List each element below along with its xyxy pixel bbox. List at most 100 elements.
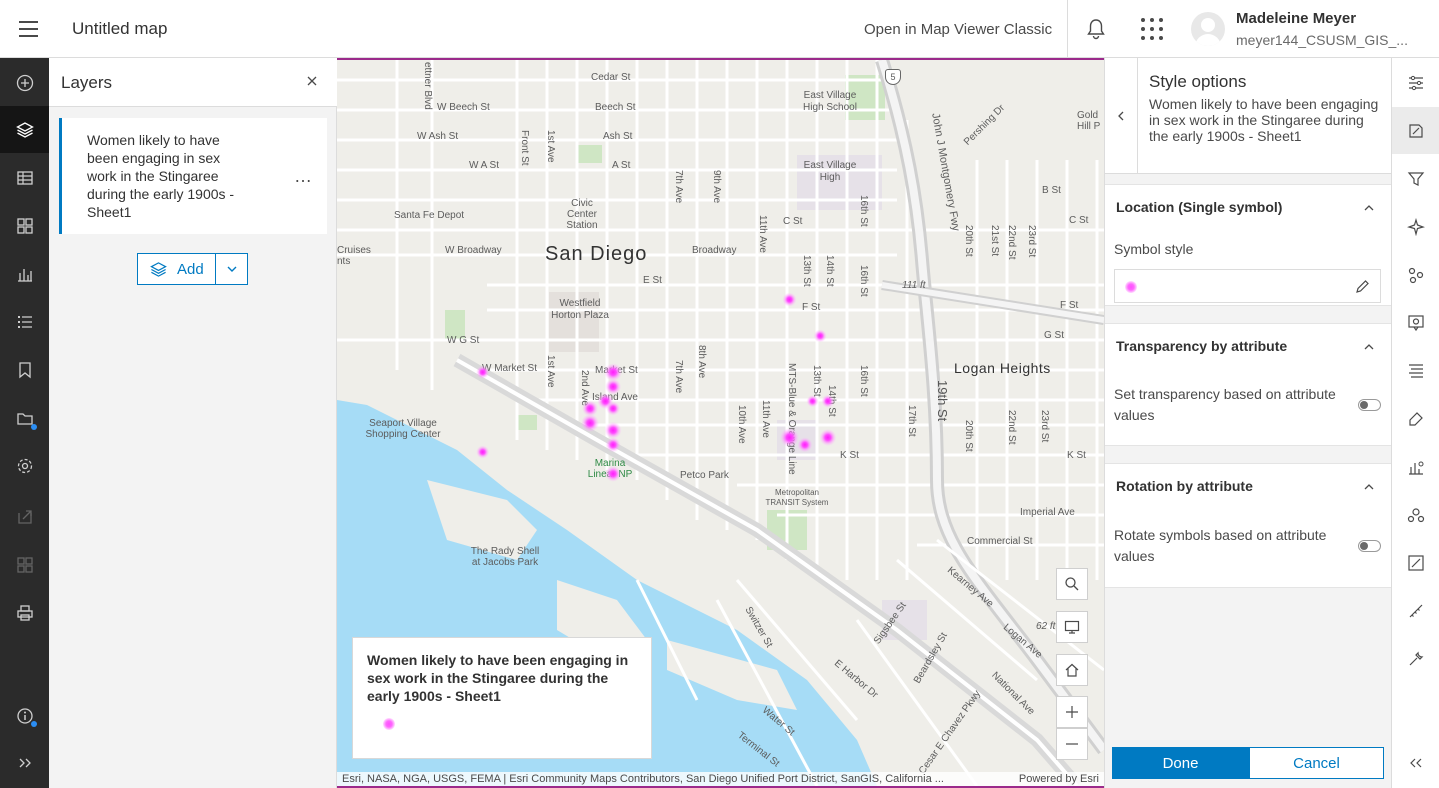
style-options-panel: Style options Women likely to have been …	[1104, 58, 1392, 788]
close-icon[interactable]	[305, 74, 319, 88]
more-options-icon[interactable]: …	[294, 166, 313, 187]
style-panel-subtitle: Women likely to have been engaging in se…	[1149, 96, 1379, 144]
hamburger-menu-icon[interactable]	[10, 12, 46, 46]
feature-point[interactable]	[806, 395, 819, 408]
location-section: Location (Single symbol) Symbol style	[1105, 184, 1392, 306]
app-header: Untitled map Open in Map Viewer Classic …	[0, 0, 1439, 58]
tools-icon[interactable]	[1392, 635, 1439, 682]
feature-point[interactable]	[605, 378, 622, 395]
legend-icon[interactable]	[0, 298, 49, 345]
map-search-button[interactable]	[1056, 568, 1088, 600]
zoom-out-button[interactable]	[1056, 728, 1088, 760]
feature-point[interactable]	[605, 465, 622, 482]
avatar[interactable]	[1191, 12, 1225, 46]
analysis-icon[interactable]	[1392, 443, 1439, 490]
rotation-toggle[interactable]	[1358, 540, 1381, 552]
pop-ups-icon[interactable]	[1392, 251, 1439, 298]
print-icon[interactable]	[0, 589, 49, 636]
screen-icon	[1064, 620, 1080, 634]
labels-icon[interactable]	[1392, 347, 1439, 394]
feature-point[interactable]	[819, 429, 837, 446]
symbol-preview	[1125, 281, 1137, 293]
chevron-up-icon[interactable]	[1364, 203, 1374, 213]
feature-point[interactable]	[606, 401, 621, 416]
layers-panel-header: Layers	[49, 58, 337, 107]
add-button-label: Add	[177, 260, 204, 278]
feature-point[interactable]	[813, 329, 827, 343]
save-icon[interactable]	[0, 394, 49, 441]
zoom-out-icon	[1066, 743, 1078, 745]
powered-by-esri[interactable]: Powered by Esri	[1019, 773, 1099, 785]
info-icon[interactable]	[0, 692, 49, 739]
styles-icon[interactable]	[1392, 107, 1439, 154]
chevron-left-icon	[1118, 111, 1124, 121]
done-button[interactable]: Done	[1112, 747, 1249, 779]
feature-point[interactable]	[476, 365, 490, 379]
bookmarks-icon[interactable]	[0, 346, 49, 393]
legend-point-symbol	[383, 718, 395, 730]
legend-title: Women likely to have been engaging in se…	[367, 652, 629, 704]
settings-icon[interactable]	[0, 442, 49, 489]
right-toolbar	[1391, 58, 1439, 788]
transparency-section: Transparency by attribute Set transparen…	[1105, 323, 1392, 446]
cluster-icon[interactable]	[1392, 491, 1439, 538]
feature-point[interactable]	[797, 437, 813, 453]
add-layer-button[interactable]: Add	[137, 253, 216, 285]
sketch-icon[interactable]	[1392, 539, 1439, 586]
feature-point[interactable]	[581, 414, 600, 432]
charts-icon[interactable]	[0, 250, 49, 297]
user-name[interactable]: Madeleine Meyer	[1236, 10, 1356, 27]
collapse-icon[interactable]	[1392, 739, 1439, 786]
style-panel-header: Style options Women likely to have been …	[1105, 58, 1392, 174]
style-panel-footer: Done Cancel	[1105, 739, 1392, 788]
layer-list-item[interactable]: Women likely to have been engaging in se…	[59, 118, 327, 234]
location-section-title[interactable]: Location (Single symbol)	[1116, 199, 1282, 215]
back-button[interactable]	[1105, 58, 1138, 174]
bell-icon[interactable]	[1083, 16, 1109, 42]
basemap-icon[interactable]	[0, 202, 49, 249]
configure-pop-ups-icon[interactable]	[1392, 299, 1439, 346]
edit-icon[interactable]	[1392, 395, 1439, 442]
effects-icon[interactable]	[1392, 203, 1439, 250]
properties-icon[interactable]	[1392, 59, 1439, 106]
map-title[interactable]: Untitled map	[72, 19, 167, 39]
cancel-button[interactable]: Cancel	[1249, 747, 1384, 779]
feature-point[interactable]	[604, 421, 622, 439]
open-classic-link[interactable]: Open in Map Viewer Classic	[864, 21, 1052, 38]
app-launcher-grid-icon[interactable]	[1139, 16, 1165, 42]
feature-point[interactable]	[605, 437, 621, 453]
feature-point[interactable]	[821, 394, 835, 408]
create-app-icon[interactable]	[0, 541, 49, 588]
pencil-icon[interactable]	[1355, 279, 1370, 294]
add-dropdown-button[interactable]	[215, 253, 248, 285]
measure-icon[interactable]	[1392, 587, 1439, 634]
map-legend: Women likely to have been engaging in se…	[352, 637, 652, 759]
chevron-up-icon[interactable]	[1364, 342, 1374, 352]
chevron-up-icon[interactable]	[1364, 482, 1374, 492]
expand-icon[interactable]	[0, 739, 49, 786]
layers-panel: Layers Women likely to have been engagin…	[49, 58, 337, 788]
layer-name[interactable]: Women likely to have been engaging in se…	[87, 131, 237, 221]
transparency-description: Set transparency based on attribute valu…	[1114, 386, 1336, 423]
tables-icon[interactable]	[0, 154, 49, 201]
feature-point[interactable]	[780, 428, 799, 447]
map-home-button[interactable]	[1056, 654, 1088, 686]
map-screen-button[interactable]	[1056, 611, 1088, 643]
rotation-section-title[interactable]: Rotation by attribute	[1116, 478, 1253, 494]
feature-point[interactable]	[782, 292, 797, 307]
feature-point[interactable]	[604, 363, 623, 382]
rotation-section: Rotation by attribute Rotate symbols bas…	[1105, 463, 1392, 588]
share-icon[interactable]	[0, 493, 49, 540]
feature-point[interactable]	[476, 445, 490, 459]
layers-icon[interactable]	[0, 106, 49, 153]
symbol-style-field[interactable]	[1114, 269, 1381, 303]
transparency-section-title[interactable]: Transparency by attribute	[1116, 338, 1287, 354]
transparency-toggle[interactable]	[1358, 399, 1381, 411]
filter-icon[interactable]	[1392, 155, 1439, 202]
map-view[interactable]: San Diego Logan Heights East Village Hig…	[337, 58, 1104, 788]
style-panel-title: Style options	[1149, 72, 1247, 91]
add-layer-icon[interactable]	[0, 59, 49, 106]
attribution-text[interactable]: Esri, NASA, NGA, USGS, FEMA | Esri Commu…	[342, 773, 1002, 785]
info-notification-dot	[31, 721, 37, 727]
zoom-in-button[interactable]	[1056, 696, 1088, 728]
